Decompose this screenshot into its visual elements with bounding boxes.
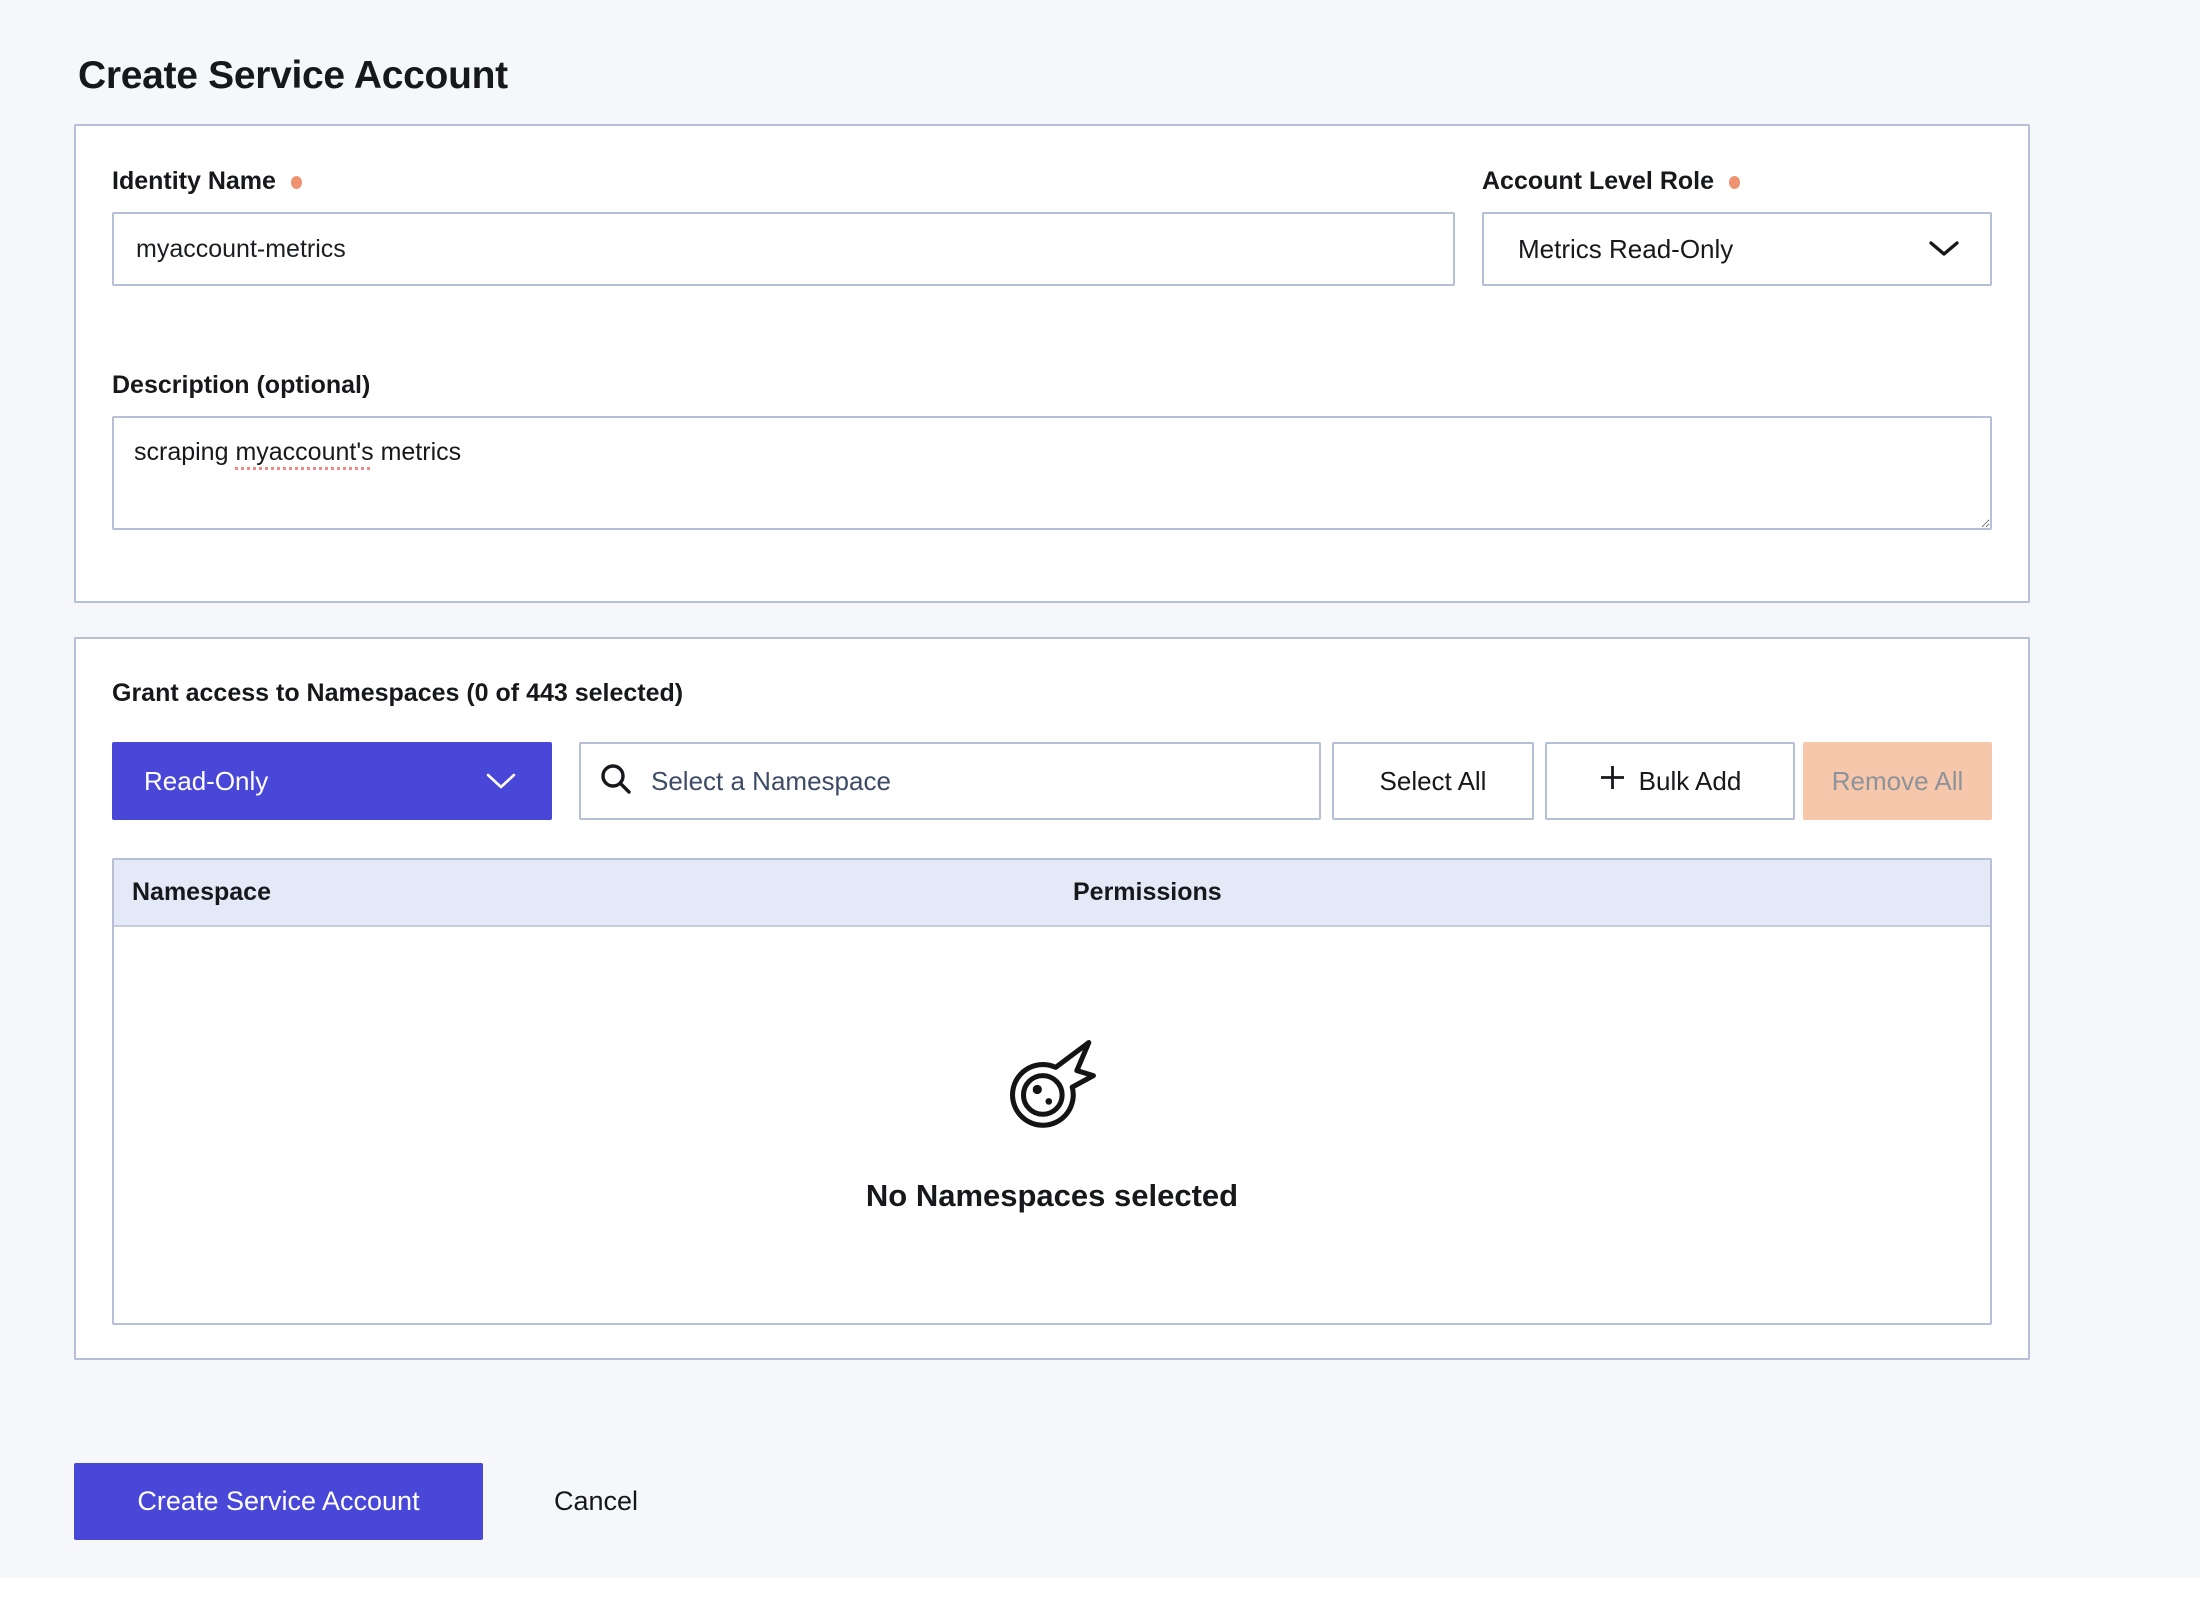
permission-role-dropdown[interactable]: Read-Only: [112, 742, 552, 820]
empty-state-text: No Namespaces selected: [866, 1178, 1238, 1214]
remove-all-button[interactable]: Remove All: [1803, 742, 1992, 820]
namespace-search-input[interactable]: [649, 765, 1301, 798]
description-field: Description (optional) scraping myaccoun…: [112, 370, 1992, 530]
identity-card: Identity Name Account Level Role Metrics…: [74, 124, 2030, 603]
footer-actions: Create Service Account Cancel: [74, 1463, 644, 1540]
page-title: Create Service Account: [78, 54, 508, 98]
description-misspelled-word: myaccount's: [235, 438, 373, 466]
description-text-before: scraping: [134, 438, 235, 466]
permission-role-value: Read-Only: [144, 766, 268, 797]
namespaces-card: Grant access to Namespaces (0 of 443 sel…: [74, 637, 2030, 1360]
bulk-add-button[interactable]: Bulk Add: [1545, 742, 1795, 820]
select-all-label: Select All: [1380, 766, 1487, 797]
plus-icon: [1599, 764, 1626, 798]
namespaces-heading: Grant access to Namespaces (0 of 443 sel…: [112, 679, 1992, 710]
column-header-namespace: Namespace: [132, 878, 1073, 907]
identity-name-field: Identity Name: [112, 166, 1455, 286]
required-dot-icon: [1729, 176, 1740, 189]
remove-all-label: Remove All: [1832, 766, 1964, 797]
account-level-role-label-text: Account Level Role: [1482, 167, 1714, 196]
namespace-search-box[interactable]: [579, 742, 1321, 820]
identity-name-label-text: Identity Name: [112, 167, 276, 196]
cancel-button[interactable]: Cancel: [548, 1485, 644, 1518]
namespaces-table-header: Namespace Permissions: [114, 860, 1990, 927]
bottom-strip: [0, 1578, 2200, 1600]
description-text-after: metrics: [374, 438, 462, 466]
description-textarea[interactable]: scraping myaccount's metrics: [112, 416, 1992, 530]
namespaces-table-empty-state: No Namespaces selected: [114, 927, 1990, 1323]
chevron-down-icon: [486, 766, 516, 797]
chevron-down-icon: [1928, 234, 1960, 265]
bulk-add-label: Bulk Add: [1639, 766, 1742, 797]
account-level-role-label: Account Level Role: [1482, 166, 1992, 196]
identity-name-input[interactable]: [112, 212, 1455, 286]
description-label: Description (optional): [112, 370, 1992, 400]
comet-icon: [1006, 1037, 1098, 1134]
account-level-role-field: Account Level Role Metrics Read-Only: [1482, 166, 1992, 286]
column-header-permissions: Permissions: [1073, 878, 1990, 907]
create-service-account-button[interactable]: Create Service Account: [74, 1463, 483, 1540]
select-all-button[interactable]: Select All: [1332, 742, 1534, 820]
account-level-role-value: Metrics Read-Only: [1518, 234, 1733, 265]
identity-name-label: Identity Name: [112, 166, 1455, 196]
namespaces-table: Namespace Permissions No Namespaces sele…: [112, 858, 1992, 1325]
required-dot-icon: [291, 176, 302, 189]
search-icon: [599, 762, 633, 801]
account-level-role-select[interactable]: Metrics Read-Only: [1482, 212, 1992, 286]
description-label-text: Description (optional): [112, 371, 370, 400]
